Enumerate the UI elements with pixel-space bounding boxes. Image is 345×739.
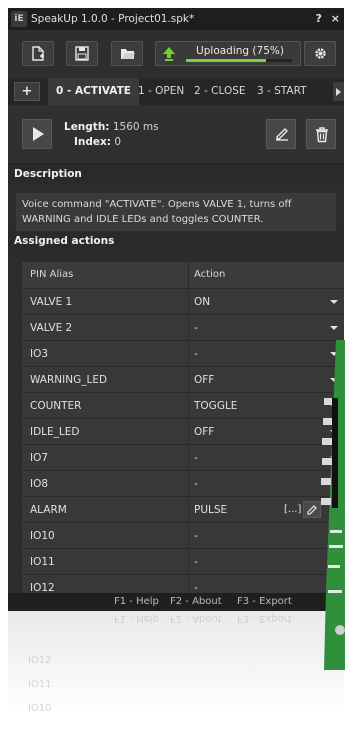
length-label: Length:	[64, 121, 110, 133]
tab-scroll-right-button[interactable]	[333, 82, 344, 101]
new-file-icon	[32, 46, 44, 61]
tab-open[interactable]: 1 - OPEN	[138, 78, 184, 105]
action-select[interactable]: -	[194, 523, 198, 549]
title-bar: iE SpeakUp 1.0.0 - Project01.spk* ? ×	[8, 8, 344, 30]
trash-icon	[316, 127, 328, 143]
pencil-icon	[276, 128, 288, 141]
new-file-button[interactable]	[22, 41, 54, 66]
action-select[interactable]: -	[194, 471, 198, 497]
upload-status-label: Uploading (75%)	[196, 45, 284, 57]
tab-close[interactable]: 2 - CLOSE	[194, 78, 246, 105]
pin-alias-cell: IO8	[30, 478, 49, 490]
action-params-button[interactable]: [...]	[284, 497, 301, 523]
reflection-row: IO10	[28, 703, 52, 714]
action-select[interactable]: -	[194, 445, 198, 471]
help-button[interactable]: ?	[316, 8, 322, 30]
action-select[interactable]: -	[194, 549, 198, 575]
reflection-about: F2 - About	[170, 613, 222, 624]
action-header: Action	[194, 269, 226, 280]
table-row: IO7 -	[22, 444, 344, 470]
reflection-row: IO12	[28, 655, 52, 666]
table-row: VALVE 2 -	[22, 314, 344, 340]
command-tabs: + 0 - ACTIVATE 1 - OPEN 2 - CLOSE 3 - ST…	[8, 78, 344, 105]
add-tab-button[interactable]: +	[14, 82, 40, 101]
pin-alias-cell: IDLE_LED	[30, 426, 80, 438]
app-window: iE SpeakUp 1.0.0 - Project01.spk* ? × Up…	[8, 8, 344, 611]
table-row: IO11 -	[22, 548, 344, 574]
action-select[interactable]: -	[194, 315, 198, 341]
table-row: IO8 -	[22, 470, 344, 496]
table-row: IO10 -	[22, 522, 344, 548]
circuit-board-image	[321, 340, 345, 670]
command-bar: Length: 1560 ms Index: 0	[8, 105, 344, 164]
table-row: VALVE 1 ON	[22, 288, 344, 314]
upload-progress-track	[186, 59, 292, 62]
action-select[interactable]: -	[194, 341, 198, 367]
action-select[interactable]: TOGGLE	[194, 393, 237, 419]
export-shortcut[interactable]: F3 - Export	[237, 593, 292, 611]
index-info: Index: 0	[74, 136, 121, 148]
assigned-actions-heading: Assigned actions	[8, 231, 344, 251]
pin-alias-cell: VALVE 2	[30, 322, 73, 334]
gear-icon	[315, 48, 326, 59]
table-header: PIN Alias Action	[22, 262, 344, 288]
table-row: WARNING_LED OFF	[22, 366, 344, 392]
chevron-down-icon[interactable]	[330, 326, 338, 330]
actions-table: PIN Alias Action VALVE 1 ON VALVE 2- IO3- WA…	[22, 262, 344, 600]
about-shortcut[interactable]: F2 - About	[170, 593, 222, 611]
table-row: ALARM PULSE [...]	[22, 496, 344, 522]
pin-alias-cell: VALVE 1	[30, 296, 73, 308]
reflection-help: F1 - Help	[114, 613, 159, 624]
window-title: SpeakUp 1.0.0 - Project01.spk*	[31, 13, 195, 25]
pin-alias-cell: WARNING_LED	[30, 374, 108, 386]
pin-alias-cell: IO7	[30, 452, 49, 464]
tab-activate[interactable]: 0 - ACTIVATE	[48, 78, 139, 105]
index-value: 0	[114, 136, 122, 148]
upload-arrow-icon	[163, 47, 175, 61]
pin-alias-cell: IO11	[30, 556, 55, 568]
reflection-export: F3 - Export	[237, 613, 292, 624]
close-button[interactable]: ×	[331, 8, 340, 30]
table-row: IDLE_LED OFF	[22, 418, 344, 444]
play-button[interactable]	[22, 119, 52, 149]
action-select[interactable]: OFF	[194, 419, 214, 445]
edit-command-button[interactable]	[266, 119, 296, 149]
open-folder-icon	[121, 49, 135, 59]
pin-alias-cell: IO10	[30, 530, 55, 542]
pin-alias-header: PIN Alias	[30, 269, 74, 280]
description-text[interactable]: Voice command "ACTIVATE". Opens VALVE 1,…	[16, 193, 336, 233]
delete-command-button[interactable]	[306, 119, 336, 149]
action-select[interactable]: ON	[194, 289, 210, 315]
help-shortcut[interactable]: F1 - Help	[114, 593, 159, 611]
chevron-down-icon[interactable]	[330, 300, 338, 304]
length-value: 1560 ms	[112, 121, 159, 133]
index-label: Index:	[74, 136, 111, 148]
window-reflection: F1 - Help F2 - About F3 - Export IO12 IO…	[8, 611, 344, 739]
open-folder-button[interactable]	[111, 41, 143, 66]
upload-progress-button[interactable]: Uploading (75%)	[155, 41, 301, 66]
length-info: Length: 1560 ms	[64, 121, 159, 133]
settings-button[interactable]	[304, 41, 336, 66]
save-icon	[75, 46, 89, 61]
upload-progress-fill	[186, 59, 266, 62]
tab-start[interactable]: 3 - START	[257, 78, 307, 105]
pin-alias-cell: IO3	[30, 348, 49, 360]
reflection-row: IO11	[28, 679, 52, 690]
action-select[interactable]: OFF	[194, 367, 214, 393]
table-row: IO3 -	[22, 340, 344, 366]
action-select[interactable]: PULSE	[194, 497, 227, 523]
description-heading: Description	[8, 164, 344, 184]
save-button[interactable]	[66, 41, 98, 66]
table-row: COUNTER TOGGLE	[22, 392, 344, 418]
status-footer: F1 - Help F2 - About F3 - Export	[8, 593, 344, 611]
app-logo-icon: iE	[11, 11, 27, 27]
pin-alias-cell: ALARM	[30, 504, 67, 516]
toolbar: Uploading (75%)	[8, 30, 344, 78]
pin-alias-cell: COUNTER	[30, 400, 82, 412]
